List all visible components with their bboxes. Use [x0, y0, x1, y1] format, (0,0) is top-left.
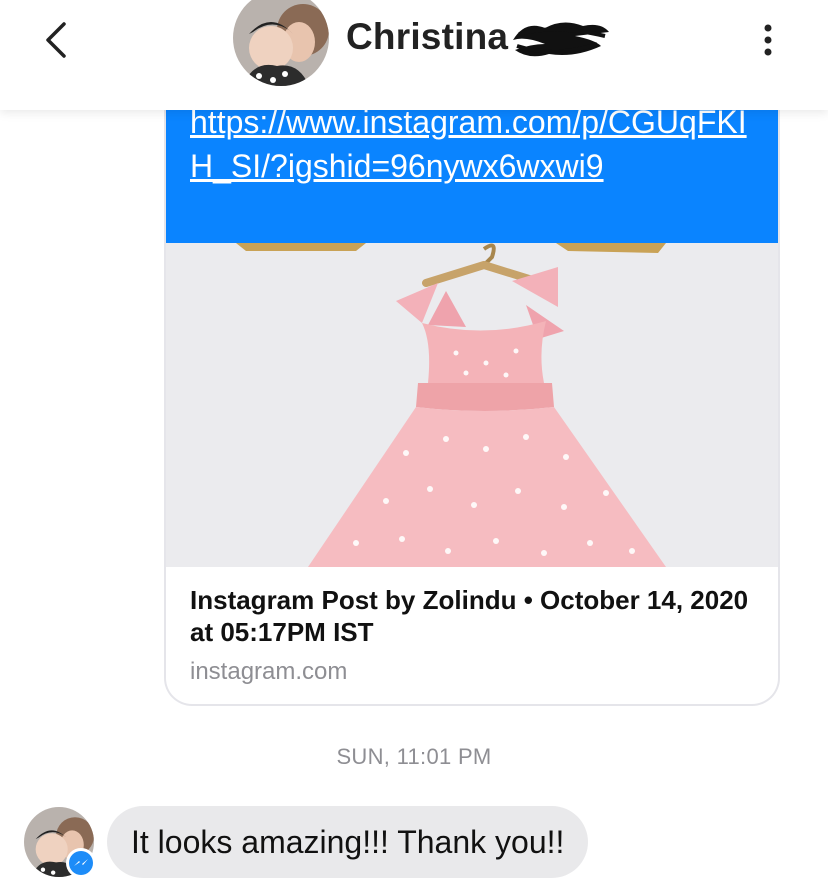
preview-image[interactable]	[166, 243, 778, 567]
message-timestamp: SUN, 11:01 PM	[336, 744, 492, 769]
redaction-scribble	[513, 22, 609, 57]
preview-domain: instagram.com	[190, 658, 348, 685]
messenger-badge-icon	[66, 848, 96, 878]
contact-avatar[interactable]	[233, 0, 329, 86]
chat-header: Christina	[0, 0, 828, 110]
more-vertical-icon[interactable]	[754, 22, 782, 58]
contact-name[interactable]: Christina	[346, 16, 508, 58]
incoming-message-bubble[interactable]: It looks amazing!!! Thank you!!	[107, 806, 589, 878]
link-url[interactable]: https://www.instagram.com/p/CGUqFKIH_SI/…	[190, 100, 750, 188]
preview-meta[interactable]: Instagram Post by Zolindu • October 14, …	[190, 584, 750, 686]
preview-title: Instagram Post by Zolindu • October 14, …	[190, 585, 749, 647]
back-icon[interactable]	[40, 20, 76, 60]
link-preview-card[interactable]: https://www.instagram.com/p/CGUqFKIH_SI/…	[164, 80, 780, 706]
